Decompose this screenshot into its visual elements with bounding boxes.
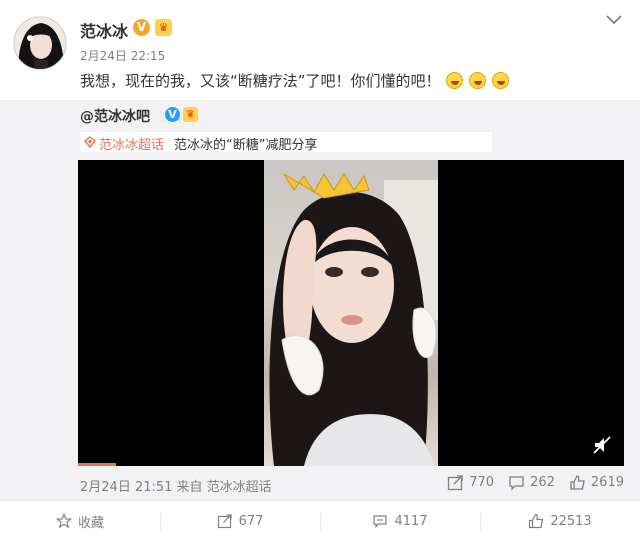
verified-badge-icon: V <box>133 19 150 36</box>
post-text: 我想，现在的我，又该“断糖疗法”了吧！你们懂的吧！ <box>80 70 509 91</box>
share-icon <box>217 514 232 529</box>
laughing-emoji-icon <box>491 72 509 89</box>
weibo-post: 范冰冰 V ♛ 2月24日 22:15 我想，现在的我，又该“断糖疗法”了吧！你… <box>0 0 640 541</box>
like-button[interactable]: 22513 <box>480 501 640 541</box>
member-crown-icon[interactable]: ♛ <box>155 19 172 36</box>
like-count: 22513 <box>550 513 592 529</box>
repost-title: 范冰冰的“断糖”减肥分享 <box>174 138 318 153</box>
action-bar: 收藏 677 4117 22513 <box>0 500 640 541</box>
thumbs-up-icon <box>529 513 544 529</box>
comment-icon <box>509 476 524 491</box>
repost-comment-button[interactable]: 262 <box>508 474 555 491</box>
repost-meta[interactable]: 2月24日 21:51 来自 范冰冰超话 <box>80 476 272 495</box>
comment-count: 4117 <box>394 513 428 529</box>
repost-block: @范冰冰吧 V ♛ 范冰冰超话 范冰冰的“断糖”减肥分享 2月24日 21:51… <box>0 100 640 500</box>
repost-forward-button[interactable]: 770 <box>447 474 494 491</box>
repost-author-name[interactable]: @范冰冰吧 <box>80 106 150 126</box>
share-icon <box>448 475 463 491</box>
super-topic-icon <box>84 136 96 148</box>
comment-icon <box>373 515 388 528</box>
topic-line: 范冰冰超话 范冰冰的“断糖”减肥分享 <box>80 132 492 153</box>
comment-button[interactable]: 4117 <box>320 501 480 541</box>
post-text-body: 我想，现在的我，又该“断糖疗法”了吧！你们懂的吧！ <box>80 72 441 90</box>
repost-actions: 770 262 2619 <box>447 474 624 491</box>
author-name[interactable]: 范冰冰 <box>80 18 128 42</box>
chevron-down-icon[interactable] <box>605 14 623 26</box>
thumbs-up-icon <box>570 475 585 490</box>
video-progress-bar[interactable] <box>78 463 117 466</box>
star-icon <box>55 513 72 529</box>
mute-icon[interactable] <box>592 435 612 455</box>
repost-comment-count: 262 <box>530 475 555 490</box>
repost-forward-count: 770 <box>469 475 495 490</box>
member-crown-icon[interactable]: ♛ <box>183 107 198 122</box>
verified-badge-icon: V <box>165 107 180 122</box>
laughing-emoji-icon <box>469 72 487 89</box>
video-player[interactable] <box>78 160 624 466</box>
video-frame <box>264 160 438 466</box>
repost-like-button[interactable]: 2619 <box>569 474 624 491</box>
avatar[interactable] <box>13 16 67 70</box>
forward-count: 677 <box>238 513 264 529</box>
favorite-label: 收藏 <box>77 515 104 531</box>
favorite-button[interactable]: 收藏 <box>0 501 160 541</box>
laughing-emoji-icon <box>446 72 464 89</box>
repost-like-count: 2619 <box>590 475 624 490</box>
forward-button[interactable]: 677 <box>160 501 320 541</box>
post-timestamp[interactable]: 2月24日 22:15 <box>80 47 165 64</box>
super-topic-link[interactable]: 范冰冰超话 <box>99 134 164 153</box>
